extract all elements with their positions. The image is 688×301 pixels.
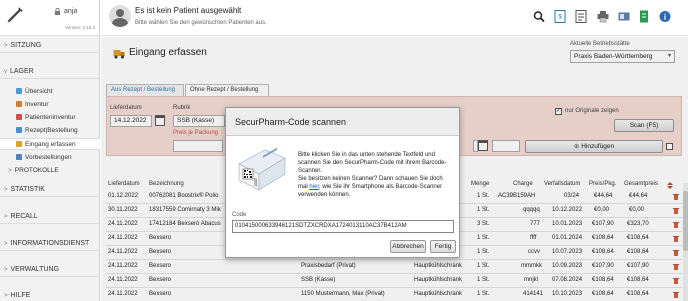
preorder-icon: [16, 154, 22, 161]
chevron-right-icon: >: [8, 167, 12, 174]
sidebar-item-label: Eingang erfassen: [25, 141, 76, 148]
securpharm-dialog: SecurPharm-Code scannen Bitte klicken Si…: [225, 107, 460, 258]
avatar-head: [116, 9, 124, 17]
sidebar-section-label: INFORMATIONSDIENST: [10, 240, 90, 247]
chevron-down-icon: v: [4, 69, 7, 75]
top-header: Es ist kein Patient ausgewählt Bitte wäh…: [101, 0, 688, 36]
sidebar-section-informationsdienst[interactable]: > INFORMATIONSDIENST: [0, 237, 100, 251]
sidebar-section-statistik[interactable]: > STATISTIK: [0, 183, 100, 197]
overview-icon: [16, 88, 22, 95]
lock-icon[interactable]: [54, 8, 61, 15]
info-icon[interactable]: i: [659, 10, 671, 23]
prescription-icon: [16, 127, 22, 134]
sidebar-item-vorbestellungen[interactable]: Vorbestellungen: [0, 152, 100, 164]
sidebar-item-label: PROTOKOLLE: [14, 167, 59, 174]
sidebar-section-label: STATISTIK: [10, 186, 45, 193]
chevron-right-icon: >: [4, 187, 8, 193]
sidebar-item-eingang-erfassen[interactable]: Eingang erfassen: [0, 138, 100, 150]
sidebar-item-inventur[interactable]: Inventur: [0, 99, 100, 111]
dialog-title: SecurPharm-Code scannen: [226, 108, 459, 136]
sidebar-item-protokolle[interactable]: > PROTOKOLLE: [0, 165, 100, 177]
sidebar-item-rezept-bestellung[interactable]: Rezept|Bestellung: [0, 125, 100, 137]
dialog-text-2-post: , wie Sie ihr Smartphone als Barcode-Sca…: [298, 184, 443, 198]
code-label: Code: [232, 212, 247, 218]
sidebar-section-label: SITZUNG: [10, 42, 42, 49]
sidebar-header: anja Version: 3.18.3: [0, 0, 99, 36]
document-scan-icon[interactable]: $: [554, 10, 566, 23]
sidebar-item-label: Rezept|Bestellung: [25, 127, 78, 134]
sidebar-item-label: Inventur: [25, 101, 49, 108]
sidebar-section-sitzung[interactable]: > SITZUNG: [0, 39, 100, 53]
chevron-right-icon: >: [4, 267, 8, 273]
sidebar-section-lager[interactable]: v LAGER: [0, 65, 100, 79]
help-link[interactable]: hier: [309, 184, 319, 190]
medicine-box-barcode-icon: [238, 147, 286, 191]
sidebar-section-label: VERWALTUNG: [10, 266, 60, 273]
sidebar-section-verwaltung[interactable]: > VERWALTUNG: [0, 263, 100, 277]
dialog-text-1: Bitte klicken Sie in das unten stehende …: [298, 152, 447, 174]
sidebar: anja Version: 3.18.3 > SITZUNG v LAGER Übe…: [0, 0, 100, 301]
patient-subtitle: Bitte wählen Sie den gewünschten Patient…: [135, 20, 267, 26]
document-list-icon[interactable]: [575, 10, 587, 23]
sidebar-item-label: Patienteninventur: [25, 114, 76, 121]
patient-inventory-icon: [16, 114, 22, 121]
sidebar-section-label: HILFE: [10, 292, 31, 299]
syringe-logo-icon: [7, 7, 23, 23]
dialog-text: Bitte klicken Sie in das unten stehende …: [298, 151, 454, 199]
sidebar-section-recall[interactable]: > RECALL: [0, 210, 100, 224]
sidebar-item-label: Vorbestellungen: [25, 154, 72, 161]
sidebar-item-uebersicht[interactable]: Übersicht: [0, 86, 100, 98]
inventory-icon: [16, 101, 22, 108]
chevron-right-icon: >: [4, 241, 8, 247]
sidebar-section-label: LAGER: [10, 68, 34, 75]
card-icon[interactable]: [618, 10, 630, 23]
patient-avatar[interactable]: [109, 5, 131, 27]
cancel-button[interactable]: Abbrechen: [390, 240, 426, 253]
search-icon[interactable]: [533, 10, 545, 23]
avatar-body: [112, 18, 128, 27]
patient-title: Es ist kein Patient ausgewählt: [135, 6, 242, 15]
sidebar-section-hilfe[interactable]: > HILFE: [0, 289, 100, 301]
incoming-icon: [16, 141, 22, 148]
user-name[interactable]: anja: [64, 8, 77, 15]
chevron-right-icon: >: [4, 214, 8, 220]
sidebar-item-patienteninventur[interactable]: Patienteninventur: [0, 112, 100, 124]
chevron-right-icon: >: [4, 293, 8, 299]
chevron-right-icon: >: [4, 43, 8, 49]
sidebar-section-label: RECALL: [10, 213, 38, 220]
ok-button[interactable]: Fertig: [430, 240, 456, 253]
printer-icon[interactable]: [597, 10, 609, 23]
sidebar-item-label: Übersicht: [25, 88, 53, 95]
document-green-icon[interactable]: [638, 10, 650, 23]
version-label: Version: 3.18.3: [64, 25, 95, 30]
code-input[interactable]: 010415000633946121SDTZXCRDXA1724013110AC…: [232, 220, 454, 233]
